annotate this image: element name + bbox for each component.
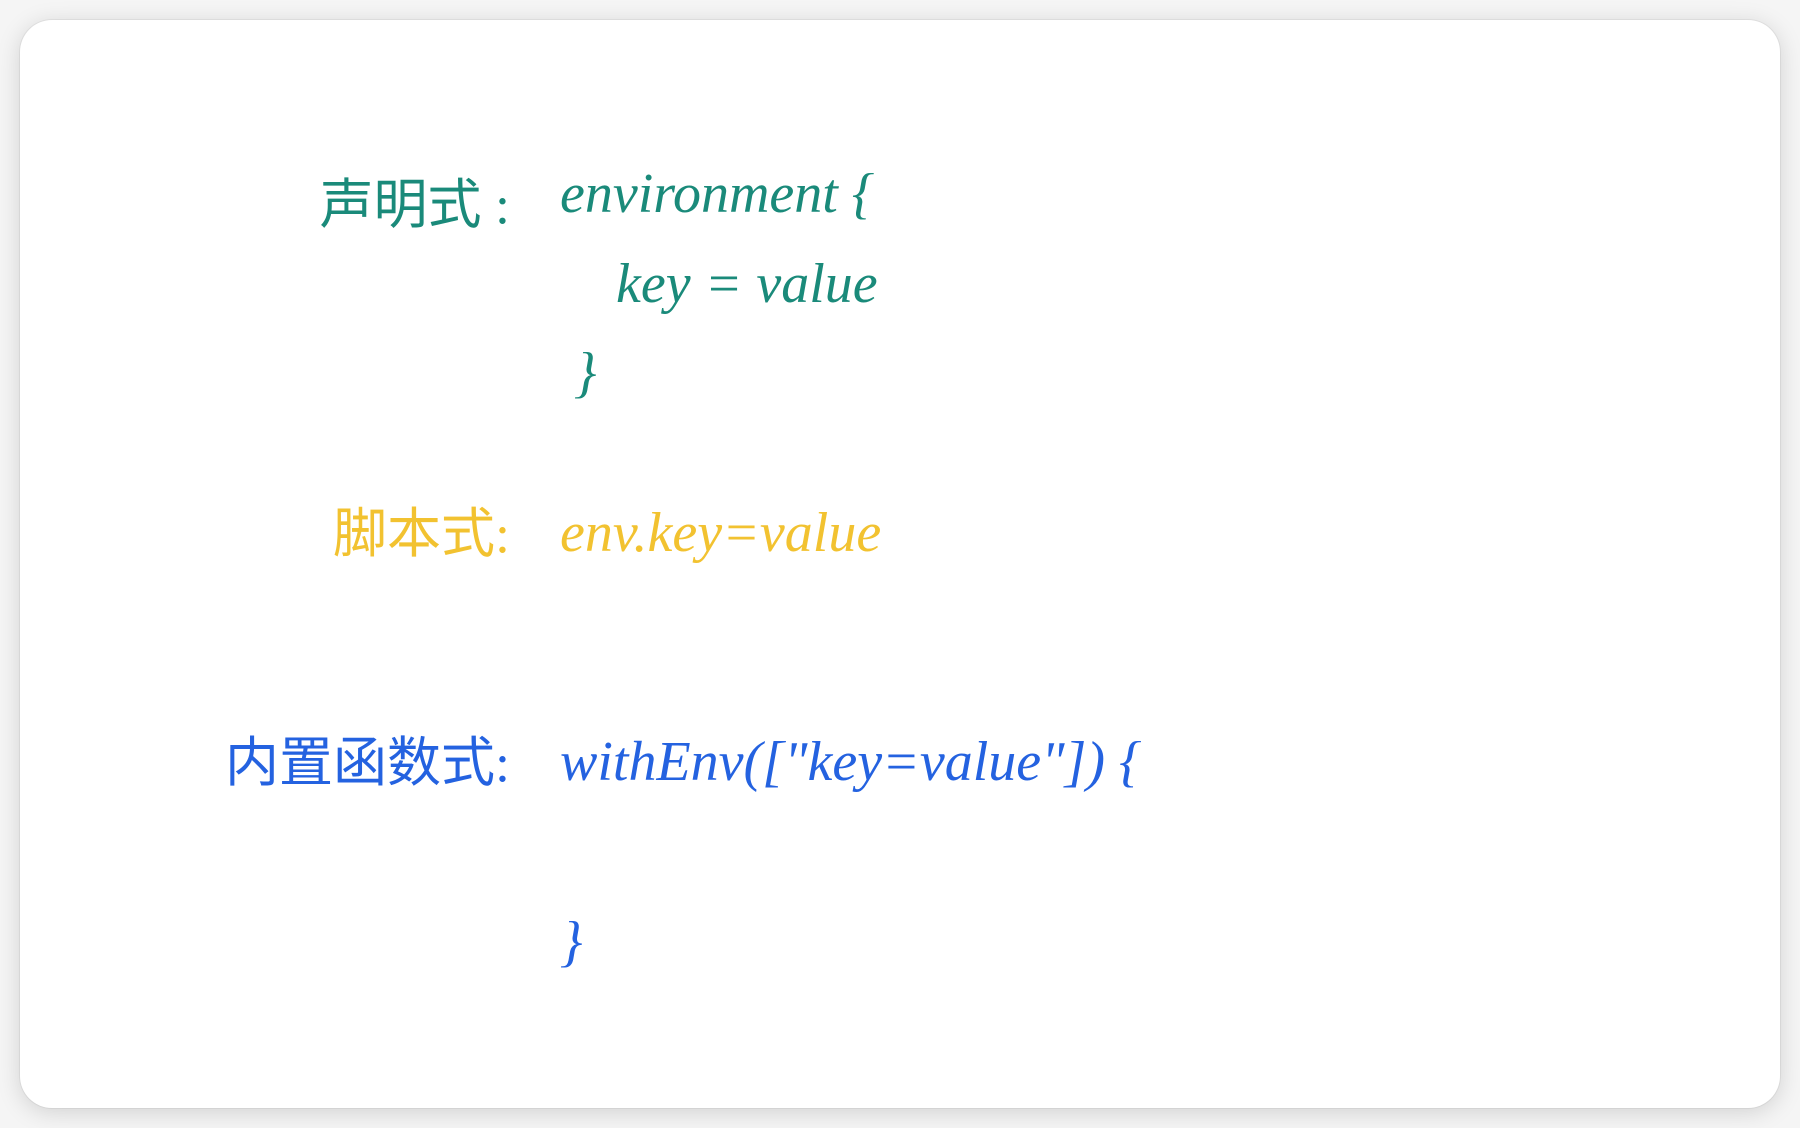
scripted-section: 脚本式: env.key=value xyxy=(220,489,1680,579)
scripted-label: 脚本式: xyxy=(220,489,560,568)
declarative-label: 声明式 : xyxy=(220,150,560,239)
declarative-section: 声明式 : environment { key = value } xyxy=(220,150,1680,419)
builtin-label: 内置函数式: xyxy=(220,718,560,797)
builtin-section: 内置函数式: withEnv(["key=value"]) { } xyxy=(220,718,1680,987)
builtin-code: withEnv(["key=value"]) { } xyxy=(560,718,1141,987)
scripted-code: env.key=value xyxy=(560,489,881,579)
declarative-code: environment { key = value } xyxy=(560,150,878,419)
diagram-card: 声明式 : environment { key = value } 脚本式: e… xyxy=(20,20,1780,1108)
